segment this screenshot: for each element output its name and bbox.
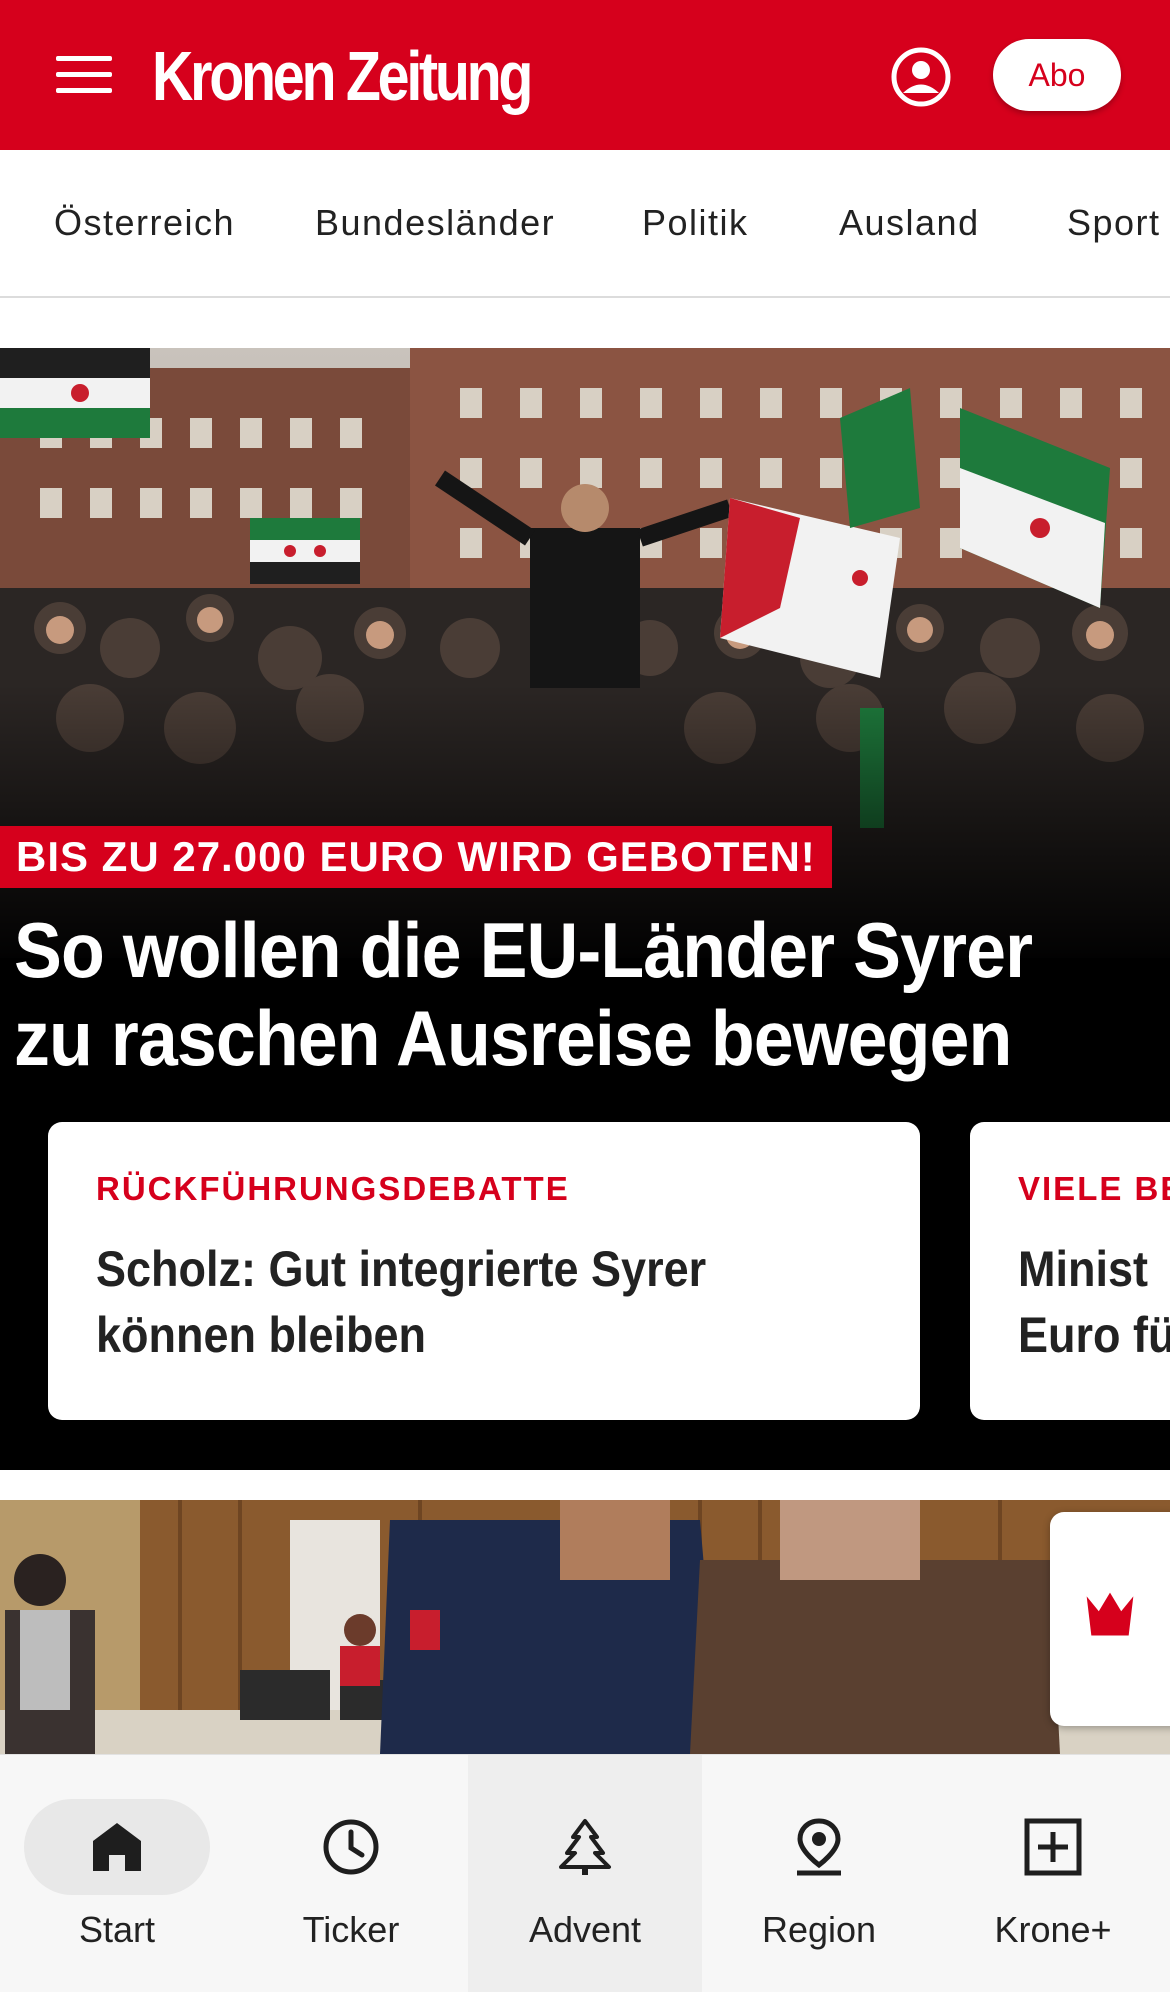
bottom-nav-label: Ticker <box>302 1909 400 1950</box>
bottom-nav-label: Start <box>78 1909 156 1950</box>
bottom-nav-ticker[interactable]: Ticker <box>234 1755 468 1992</box>
bottom-nav-start[interactable]: Start <box>0 1755 234 1992</box>
related-article-card[interactable]: RÜCKFÜHRUNGSDEBATTE Scholz: Gut integrie… <box>48 1122 920 1420</box>
hero-headline-line1: So wollen die EU-Länder Syrer <box>14 906 1033 994</box>
bottom-nav-krone-plus[interactable]: Krone+ <box>936 1755 1170 1992</box>
hamburger-menu-icon[interactable] <box>56 56 112 94</box>
hero-article[interactable]: BIS ZU 27.000 EURO WIRD GEBOTEN! So woll… <box>0 348 1170 1470</box>
bottom-nav-label: Region <box>761 1909 877 1950</box>
card-title-line1: Scholz: Gut integrierte Syrer <box>96 1241 707 1297</box>
location-pin-icon <box>797 1818 841 1876</box>
category-nav: Österreich Bundesländer Politik Ausland … <box>0 150 1170 298</box>
bottom-nav-advent[interactable]: Advent <box>468 1755 702 1992</box>
bottom-nav-label: Advent <box>528 1909 642 1950</box>
clock-icon <box>323 1819 379 1875</box>
user-account-icon[interactable] <box>890 46 952 108</box>
bottom-navigation: Start Ticker Advent Region Krone+ <box>0 1754 1170 1992</box>
category-politik[interactable]: Politik <box>642 202 749 244</box>
christmas-tree-icon <box>559 1819 611 1875</box>
card-kicker: VIELE BE <box>1018 1170 1170 1207</box>
article-photo-courtroom[interactable] <box>0 1500 1170 1754</box>
bottom-nav-region[interactable]: Region <box>702 1755 936 1992</box>
card-title: Scholz: Gut integrierte Syrer können ble… <box>96 1236 798 1368</box>
related-article-card[interactable]: VIELE BE Minist Euro fü <box>970 1122 1170 1420</box>
hero-kicker: BIS ZU 27.000 EURO WIRD GEBOTEN! <box>0 826 832 888</box>
home-icon <box>93 1823 141 1871</box>
card-title-line2: können bleiben <box>96 1307 427 1363</box>
plus-box-icon <box>1024 1818 1082 1876</box>
hero-headline[interactable]: So wollen die EU-Länder Syrer zu raschen… <box>14 906 1072 1082</box>
card-title-line2: Euro fü <box>1018 1307 1170 1363</box>
card-kicker: RÜCKFÜHRUNGSDEBATTE <box>96 1170 570 1207</box>
card-title: Minist Euro fü <box>1018 1236 1170 1368</box>
krone-crown-icon <box>1086 1592 1134 1636</box>
site-logo[interactable]: Kronen Zeitung <box>152 36 533 116</box>
hero-headline-line2: zu raschen Ausreise bewegen <box>14 994 1012 1082</box>
category-oesterreich[interactable]: Österreich <box>54 202 235 244</box>
card-title-line1: Minist <box>1018 1241 1148 1297</box>
category-bundeslaender[interactable]: Bundesländer <box>315 202 555 244</box>
krone-plus-crown-button[interactable] <box>1050 1512 1170 1726</box>
category-sport[interactable]: Sport <box>1067 202 1161 244</box>
top-app-bar: Kronen Zeitung Abo <box>0 0 1170 150</box>
bottom-nav-label: Krone+ <box>994 1909 1112 1950</box>
abo-button[interactable]: Abo <box>993 39 1121 111</box>
category-ausland[interactable]: Ausland <box>839 202 980 244</box>
